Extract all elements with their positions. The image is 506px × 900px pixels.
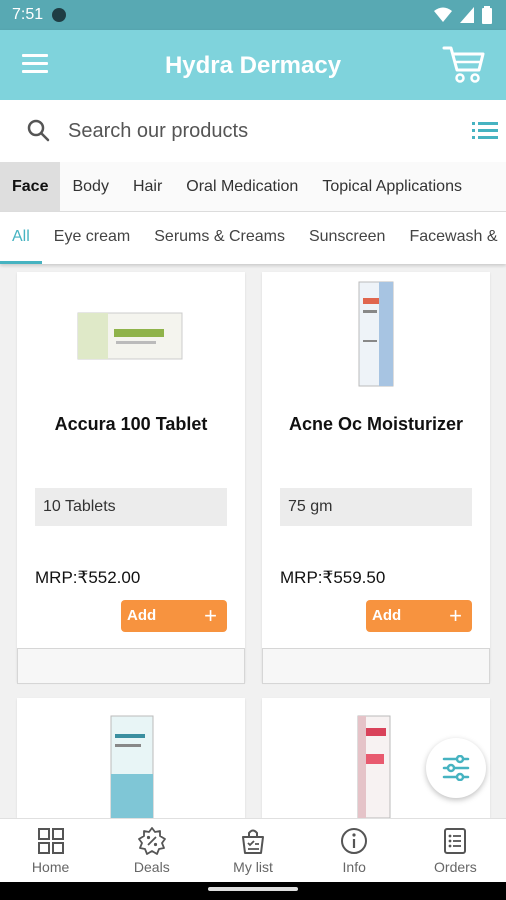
product-image[interactable] bbox=[262, 272, 490, 397]
bottom-navigation: Home Deals My list Info Orders bbox=[0, 818, 506, 882]
cart-icon[interactable] bbox=[442, 44, 486, 84]
orders-icon bbox=[444, 828, 467, 854]
list-view-icon[interactable] bbox=[472, 120, 498, 140]
battery-icon bbox=[482, 6, 492, 24]
tab-face[interactable]: Face bbox=[0, 162, 61, 211]
nav-info-label: Info bbox=[342, 859, 366, 875]
filter-sliders-icon bbox=[442, 755, 470, 781]
product-card[interactable]: Accura 100 Tablet 10 Tablets MRP:₹552.00… bbox=[17, 272, 245, 684]
product-name: Accura 100 Tablet bbox=[54, 414, 208, 434]
tab-body[interactable]: Body bbox=[60, 162, 120, 211]
subtab-serums-creams[interactable]: Serums & Creams bbox=[142, 212, 297, 264]
card-footer bbox=[262, 648, 490, 684]
tab-oral-medication[interactable]: Oral Medication bbox=[174, 162, 310, 211]
product-image[interactable] bbox=[354, 714, 394, 823]
subcategory-tabs: All Eye cream Serums & Creams Sunscreen … bbox=[0, 212, 506, 264]
my-list-icon bbox=[242, 829, 264, 854]
filter-button[interactable] bbox=[426, 738, 486, 798]
product-image[interactable] bbox=[107, 714, 157, 823]
status-bar: 7:51 bbox=[0, 0, 506, 30]
product-quantity: 10 Tablets bbox=[35, 488, 227, 526]
tube-image bbox=[357, 715, 391, 819]
add-button-label: Add bbox=[372, 607, 402, 624]
plus-icon: + bbox=[449, 603, 462, 628]
nav-home[interactable]: Home bbox=[0, 819, 101, 882]
add-button[interactable]: Add + bbox=[366, 600, 472, 632]
nav-orders[interactable]: Orders bbox=[405, 819, 506, 882]
status-time: 7:51 bbox=[12, 6, 44, 23]
tab-topical-applications[interactable]: Topical Applications bbox=[310, 162, 474, 211]
product-price: MRP:₹559.50 bbox=[280, 568, 386, 587]
search-bar[interactable]: Search our products bbox=[0, 100, 506, 162]
product-card[interactable]: Acne Oc Moisturizer 75 gm MRP:₹559.50 Ad… bbox=[262, 272, 490, 684]
subtab-eye-cream[interactable]: Eye cream bbox=[42, 212, 142, 264]
tablet-box-image bbox=[77, 312, 183, 359]
plus-icon: + bbox=[204, 603, 217, 628]
system-icons bbox=[434, 6, 492, 24]
home-grid-icon bbox=[37, 828, 64, 854]
product-price: MRP:₹552.00 bbox=[35, 568, 141, 587]
subtab-sunscreen[interactable]: Sunscreen bbox=[297, 212, 398, 264]
add-button-label: Add bbox=[127, 607, 157, 624]
deals-badge-icon bbox=[137, 827, 166, 855]
nav-info[interactable]: Info bbox=[304, 819, 405, 882]
add-button[interactable]: Add + bbox=[121, 600, 227, 632]
home-indicator[interactable] bbox=[208, 887, 298, 891]
subtab-facewash[interactable]: Facewash & bbox=[397, 212, 506, 264]
nav-home-label: Home bbox=[31, 859, 70, 875]
category-tabs: Face Body Hair Oral Medication Topical A… bbox=[0, 162, 506, 212]
bottle-image bbox=[110, 715, 154, 819]
info-icon bbox=[341, 828, 368, 854]
gesture-bar bbox=[0, 882, 506, 900]
search-icon bbox=[27, 119, 50, 142]
signal-icon bbox=[460, 7, 474, 23]
app-title: Hydra Dermacy bbox=[164, 52, 342, 79]
nav-deals-label: Deals bbox=[133, 859, 170, 875]
tube-image bbox=[358, 281, 394, 386]
product-quantity: 75 gm bbox=[280, 488, 472, 526]
product-image[interactable] bbox=[17, 272, 245, 397]
wifi-icon bbox=[434, 7, 452, 22]
subtab-all[interactable]: All bbox=[0, 212, 42, 264]
nav-my-list[interactable]: My list bbox=[202, 819, 303, 882]
app-bar: Hydra Dermacy bbox=[0, 30, 506, 100]
nav-deals[interactable]: Deals bbox=[101, 819, 202, 882]
search-input[interactable]: Search our products bbox=[68, 120, 248, 143]
nav-my-list-label: My list bbox=[233, 859, 273, 875]
product-card[interactable] bbox=[17, 698, 245, 819]
nav-orders-label: Orders bbox=[434, 859, 477, 875]
tab-hair[interactable]: Hair bbox=[121, 162, 174, 211]
product-name: Acne Oc Moisturizer bbox=[288, 414, 464, 434]
card-footer bbox=[17, 648, 245, 684]
message-notification-icon bbox=[52, 8, 66, 22]
